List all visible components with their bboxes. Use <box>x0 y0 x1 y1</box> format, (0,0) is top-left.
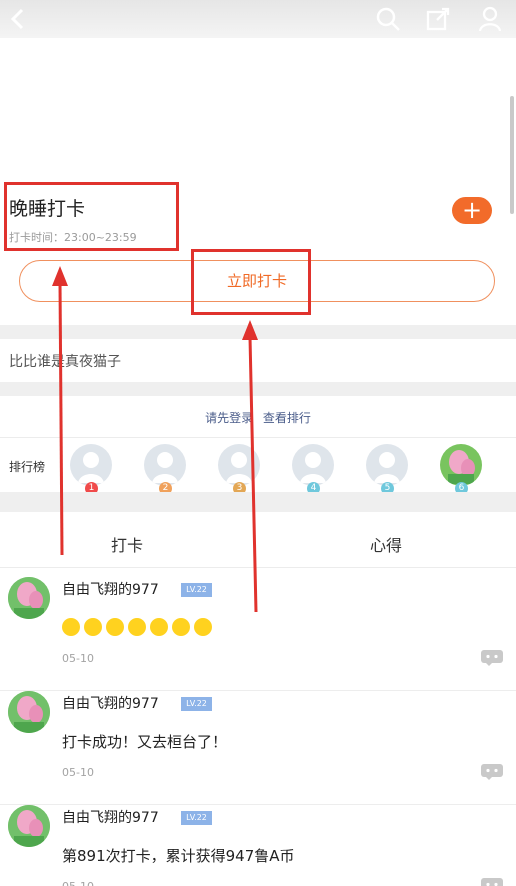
post-username[interactable]: 自由飞翔的977 <box>62 807 159 827</box>
login-link[interactable]: 请先登录 <box>205 411 253 425</box>
tabs-bar: 打卡 心得 <box>0 512 516 568</box>
post-username[interactable]: 自由飞翔的977 <box>62 579 159 599</box>
post-date: 05-10 <box>62 766 94 779</box>
section-divider <box>0 325 516 339</box>
post-username[interactable]: 自由飞翔的977 <box>62 693 159 713</box>
rank-slot[interactable]: 3 <box>218 444 262 495</box>
search-icon[interactable] <box>374 5 402 33</box>
ranking-login-row[interactable]: 请先登录 查看排行 <box>0 409 516 426</box>
avatar <box>292 444 334 486</box>
description-text: 比比谁是真夜猫子 <box>9 354 121 370</box>
rank-slot[interactable]: 5 <box>366 444 410 495</box>
avatar[interactable] <box>8 691 50 733</box>
divider <box>0 437 516 438</box>
post-date: 05-10 <box>62 880 94 886</box>
view-ranking-link[interactable]: 查看排行 <box>263 411 311 425</box>
avatar <box>70 444 112 486</box>
post-item[interactable]: 自由飞翔的977 LV.22 05-10 <box>0 577 516 691</box>
emoji-icon <box>106 617 124 636</box>
rank-slot[interactable]: 4 <box>292 444 336 495</box>
emoji-icon <box>172 617 190 636</box>
avatar[interactable] <box>8 577 50 619</box>
avatar <box>144 444 186 486</box>
section-divider <box>0 492 516 512</box>
emoji-icon <box>128 617 146 636</box>
ranking-label: 排行榜 <box>9 460 46 474</box>
level-badge: LV.22 <box>181 697 212 711</box>
avatar <box>218 444 260 486</box>
post-emoji-row <box>62 617 216 636</box>
post-date: 05-10 <box>62 652 94 665</box>
avatar <box>366 444 408 486</box>
add-button[interactable]: + <box>452 197 492 224</box>
comment-icon[interactable] <box>481 878 503 886</box>
post-content: 第891次打卡，累计获得947鲁A币 <box>62 847 295 865</box>
annotation-box-title <box>4 182 179 251</box>
post-item[interactable]: 自由飞翔的977 LV.22 第891次打卡，累计获得947鲁A币 05-10 <box>0 805 516 886</box>
avatar <box>440 444 482 486</box>
emoji-icon <box>194 617 212 636</box>
top-bar <box>0 0 516 38</box>
post-item[interactable]: 自由飞翔的977 LV.22 打卡成功！又去桓台了！ 05-10 <box>0 691 516 805</box>
comment-icon[interactable] <box>481 650 503 666</box>
emoji-icon <box>150 617 168 636</box>
avatar[interactable] <box>8 805 50 847</box>
level-badge: LV.22 <box>181 583 212 597</box>
section-divider <box>0 382 516 396</box>
scrollbar[interactable] <box>510 96 514 214</box>
comment-icon[interactable] <box>481 764 503 780</box>
tab-checkin[interactable]: 打卡 <box>111 532 143 556</box>
user-icon[interactable] <box>476 5 504 33</box>
post-content: 打卡成功！又去桓台了！ <box>62 733 228 751</box>
tab-notes[interactable]: 心得 <box>370 532 402 556</box>
emoji-icon <box>62 617 80 636</box>
back-icon[interactable] <box>4 5 32 33</box>
emoji-icon <box>84 617 102 636</box>
annotation-box-button <box>191 249 311 315</box>
rank-slot[interactable]: 2 <box>144 444 188 495</box>
share-icon[interactable] <box>424 5 452 33</box>
rank-slot[interactable]: 1 <box>70 444 114 495</box>
checkin-page: 晚睡打卡 打卡时间：23:00~23:59 + 立即打卡 比比谁是真夜猫子 请先… <box>0 0 516 886</box>
level-badge: LV.22 <box>181 811 212 825</box>
rank-slot[interactable]: 6 <box>440 444 484 495</box>
